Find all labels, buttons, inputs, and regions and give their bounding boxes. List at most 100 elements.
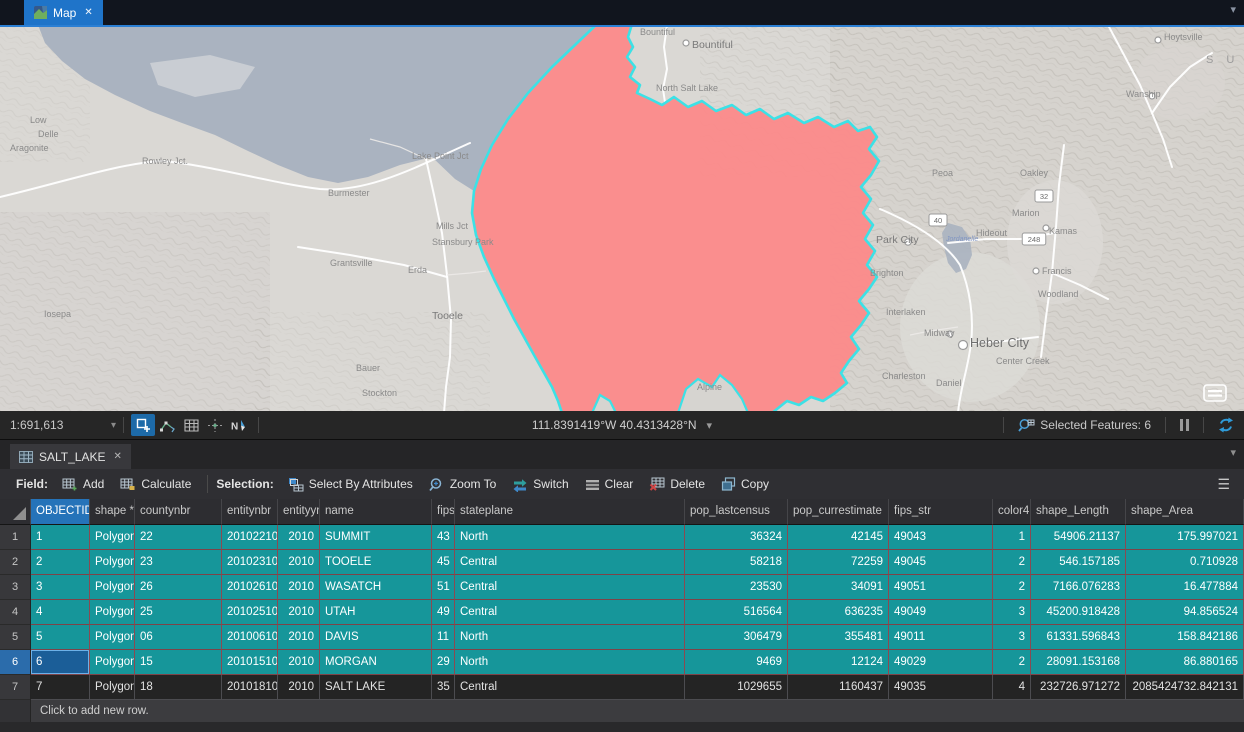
column-header-fips[interactable]: fips [432, 499, 455, 525]
cell-1-name[interactable]: SUMMIT [320, 525, 432, 550]
map-overview-icon[interactable] [1202, 383, 1228, 403]
cell-2-pop-lastcensus[interactable]: 58218 [685, 550, 788, 575]
cell-7-shape-area[interactable]: 2085424732.842131 [1126, 675, 1244, 700]
cell-1-objectid-[interactable]: 1 [31, 525, 90, 550]
tab-salt-lake[interactable]: SALT_LAKE ✕ [10, 444, 131, 469]
cell-3-stateplane[interactable]: Central [455, 575, 685, 600]
cell-2-entityyr[interactable]: 2010 [278, 550, 320, 575]
cell-5-color4[interactable]: 3 [993, 625, 1031, 650]
select-by-attributes-button[interactable]: Select By Attributes [280, 474, 421, 495]
cell-1-shape-[interactable]: Polygon [90, 525, 135, 550]
column-header-name[interactable]: name [320, 499, 432, 525]
column-header-shape-area[interactable]: shape_Area [1126, 499, 1244, 525]
table-corner-cell[interactable] [0, 499, 31, 525]
map-view[interactable]: BountifulBountifulNorth Salt LakeHoytsvi… [0, 25, 1244, 411]
cell-2-shape-area[interactable]: 0.710928 [1126, 550, 1244, 575]
cell-2-pop-currestimate[interactable]: 72259 [788, 550, 889, 575]
table-tab-close-icon[interactable]: ✕ [113, 451, 121, 462]
map-tab-close-icon[interactable]: ✕ [84, 7, 92, 18]
cell-5-shape-length[interactable]: 61331.596843 [1031, 625, 1126, 650]
tab-map[interactable]: Map ✕ [24, 0, 103, 25]
cell-5-entityyr[interactable]: 2010 [278, 625, 320, 650]
cell-1-stateplane[interactable]: North [455, 525, 685, 550]
row-header-6[interactable]: 6 [0, 650, 31, 675]
column-header-stateplane[interactable]: stateplane [455, 499, 685, 525]
cell-4-name[interactable]: UTAH [320, 600, 432, 625]
cell-6-fips[interactable]: 29 [432, 650, 455, 675]
cell-1-countynbr[interactable]: 22 [135, 525, 222, 550]
cell-3-countynbr[interactable]: 26 [135, 575, 222, 600]
cell-3-shape-area[interactable]: 16.477884 [1126, 575, 1244, 600]
cell-7-stateplane[interactable]: Central [455, 675, 685, 700]
column-header-entityyr[interactable]: entityyr [278, 499, 320, 525]
cell-2-color4[interactable]: 2 [993, 550, 1031, 575]
table-tab-bar-chevron-down-icon[interactable]: ▾ [1230, 446, 1236, 459]
pause-drawing-icon[interactable] [1180, 419, 1189, 431]
cell-7-countynbr[interactable]: 18 [135, 675, 222, 700]
edit-vertices-icon[interactable] [155, 414, 179, 436]
map-canvas[interactable]: BountifulBountifulNorth Salt LakeHoytsvi… [0, 27, 1244, 411]
cell-6-entityyr[interactable]: 2010 [278, 650, 320, 675]
cell-3-color4[interactable]: 2 [993, 575, 1031, 600]
cell-2-fips-str[interactable]: 49045 [889, 550, 993, 575]
row-header-4[interactable]: 4 [0, 600, 31, 625]
cell-6-name[interactable]: MORGAN [320, 650, 432, 675]
cell-2-stateplane[interactable]: Central [455, 550, 685, 575]
column-header-countynbr[interactable]: countynbr [135, 499, 222, 525]
cell-4-shape-[interactable]: Polygon [90, 600, 135, 625]
cell-4-countynbr[interactable]: 25 [135, 600, 222, 625]
cell-1-color4[interactable]: 1 [993, 525, 1031, 550]
cell-1-shape-length[interactable]: 54906.21137 [1031, 525, 1126, 550]
cell-1-entitynbr[interactable]: 2010221010 [222, 525, 278, 550]
cell-3-entitynbr[interactable]: 2010261010 [222, 575, 278, 600]
cell-4-color4[interactable]: 3 [993, 600, 1031, 625]
cell-4-entityyr[interactable]: 2010 [278, 600, 320, 625]
cell-7-fips-str[interactable]: 49035 [889, 675, 993, 700]
cell-3-pop-currestimate[interactable]: 34091 [788, 575, 889, 600]
cell-5-pop-currestimate[interactable]: 355481 [788, 625, 889, 650]
cell-5-pop-lastcensus[interactable]: 306479 [685, 625, 788, 650]
cell-6-objectid-[interactable]: 6 [31, 650, 90, 675]
north-arrow-icon[interactable]: N [227, 414, 251, 436]
cell-5-countynbr[interactable]: 06 [135, 625, 222, 650]
table-menu-hamburger-icon[interactable]: ☰ [1217, 476, 1230, 493]
cell-6-shape-area[interactable]: 86.880165 [1126, 650, 1244, 675]
cell-7-entitynbr[interactable]: 2010181010 [222, 675, 278, 700]
row-header-2[interactable]: 2 [0, 550, 31, 575]
cell-1-shape-area[interactable]: 175.997021 [1126, 525, 1244, 550]
cell-3-shape-length[interactable]: 7166.076283 [1031, 575, 1126, 600]
column-header-fips-str[interactable]: fips_str [889, 499, 993, 525]
calculate-field-button[interactable]: Calculate [112, 474, 199, 494]
cell-6-entitynbr[interactable]: 2010151010 [222, 650, 278, 675]
cell-4-shape-length[interactable]: 45200.918428 [1031, 600, 1126, 625]
cell-5-name[interactable]: DAVIS [320, 625, 432, 650]
cell-2-fips[interactable]: 45 [432, 550, 455, 575]
cell-1-entityyr[interactable]: 2010 [278, 525, 320, 550]
cell-2-objectid-[interactable]: 2 [31, 550, 90, 575]
cell-7-shape-length[interactable]: 232726.971272 [1031, 675, 1126, 700]
cell-7-entityyr[interactable]: 2010 [278, 675, 320, 700]
cell-1-pop-lastcensus[interactable]: 36324 [685, 525, 788, 550]
column-header-pop-currestimate[interactable]: pop_currestimate [788, 499, 889, 525]
refresh-icon[interactable] [1218, 417, 1234, 433]
cell-6-pop-currestimate[interactable]: 12124 [788, 650, 889, 675]
cell-4-shape-area[interactable]: 94.856524 [1126, 600, 1244, 625]
cell-3-objectid-[interactable]: 3 [31, 575, 90, 600]
cell-4-fips[interactable]: 49 [432, 600, 455, 625]
cell-5-shape-[interactable]: Polygon [90, 625, 135, 650]
column-header-color4[interactable]: color4 [993, 499, 1031, 525]
cell-5-shape-area[interactable]: 158.842186 [1126, 625, 1244, 650]
row-header-3[interactable]: 3 [0, 575, 31, 600]
cell-2-shape-[interactable]: Polygon [90, 550, 135, 575]
cell-5-entitynbr[interactable]: 2010061010 [222, 625, 278, 650]
cell-6-pop-lastcensus[interactable]: 9469 [685, 650, 788, 675]
cell-5-fips[interactable]: 11 [432, 625, 455, 650]
cell-5-objectid-[interactable]: 5 [31, 625, 90, 650]
cell-4-stateplane[interactable]: Central [455, 600, 685, 625]
cell-7-shape-[interactable]: Polygon [90, 675, 135, 700]
cell-7-pop-currestimate[interactable]: 1160437 [788, 675, 889, 700]
attribute-table[interactable]: OBJECTID *shape *countynbrentitynbrentit… [0, 499, 1244, 700]
copy-button[interactable]: Copy [713, 474, 777, 494]
cell-2-name[interactable]: TOOELE [320, 550, 432, 575]
cell-1-fips-str[interactable]: 49043 [889, 525, 993, 550]
